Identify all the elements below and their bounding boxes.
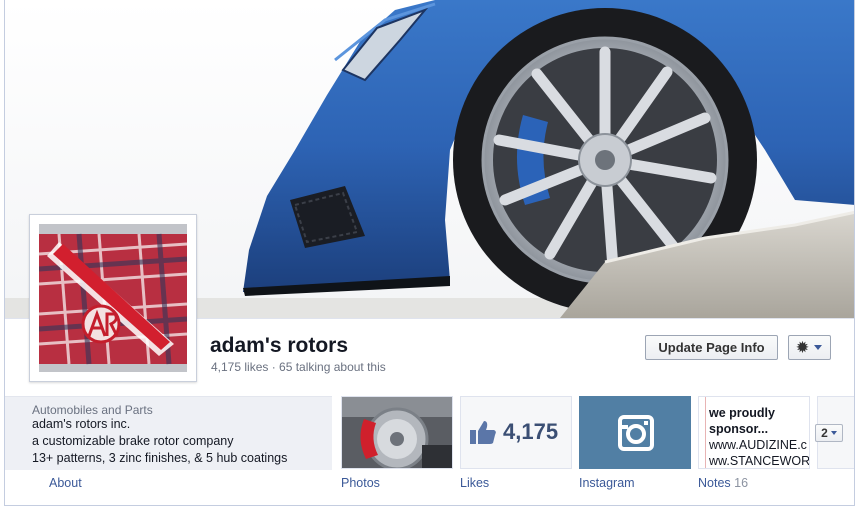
tab-notes-label[interactable]: Notes 16: [698, 476, 748, 490]
about-line-1: adam's rotors inc.: [32, 417, 131, 431]
about-summary: Automobiles and Parts adam's rotors inc.…: [5, 396, 332, 470]
likes-count: 4,175: [503, 419, 559, 444]
thumbs-up-icon: [470, 421, 496, 444]
profile-picture-image: [39, 224, 187, 372]
update-page-info-button[interactable]: Update Page Info: [645, 335, 778, 360]
chevron-down-icon: [830, 431, 837, 435]
tab-photos[interactable]: [341, 396, 453, 469]
tab-likes[interactable]: 4,175: [460, 396, 572, 469]
instagram-icon: [618, 415, 654, 451]
tab-notes[interactable]: we proudly sponsor... www.AUDIZINE.c ww.…: [698, 396, 810, 469]
gear-icon: ✹: [796, 339, 809, 355]
tab-likes-label[interactable]: Likes: [460, 476, 489, 490]
chevron-down-icon: [814, 345, 823, 350]
page-stats: 4,175 likes · 65 talking about this: [211, 360, 386, 374]
notes-preview: we proudly sponsor... www.AUDIZINE.c ww.…: [709, 406, 810, 468]
about-line-3: 13+ patterns, 3 zinc finishes, & 5 hub c…: [32, 451, 288, 465]
more-apps-dropdown[interactable]: 2: [815, 424, 843, 442]
page-title[interactable]: adam's rotors: [210, 334, 348, 358]
page-category[interactable]: Automobiles and Parts: [32, 403, 153, 417]
page-timeline: adam's rotors 4,175 likes · 65 talking a…: [4, 0, 855, 506]
notes-count: 16: [734, 476, 749, 490]
photos-thumbnail: [342, 397, 452, 468]
tab-instagram-label[interactable]: Instagram: [579, 476, 635, 490]
tab-instagram[interactable]: [579, 396, 691, 469]
about-link[interactable]: About: [49, 476, 82, 490]
more-apps-count: 2: [821, 426, 828, 440]
logo-illustration: [39, 224, 187, 372]
settings-dropdown-button[interactable]: ✹: [788, 335, 831, 360]
profile-picture[interactable]: [29, 214, 197, 382]
tab-photos-label[interactable]: Photos: [341, 476, 380, 490]
about-line-2: a customizable brake rotor company: [32, 434, 234, 448]
notes-margin-line: [705, 397, 706, 468]
